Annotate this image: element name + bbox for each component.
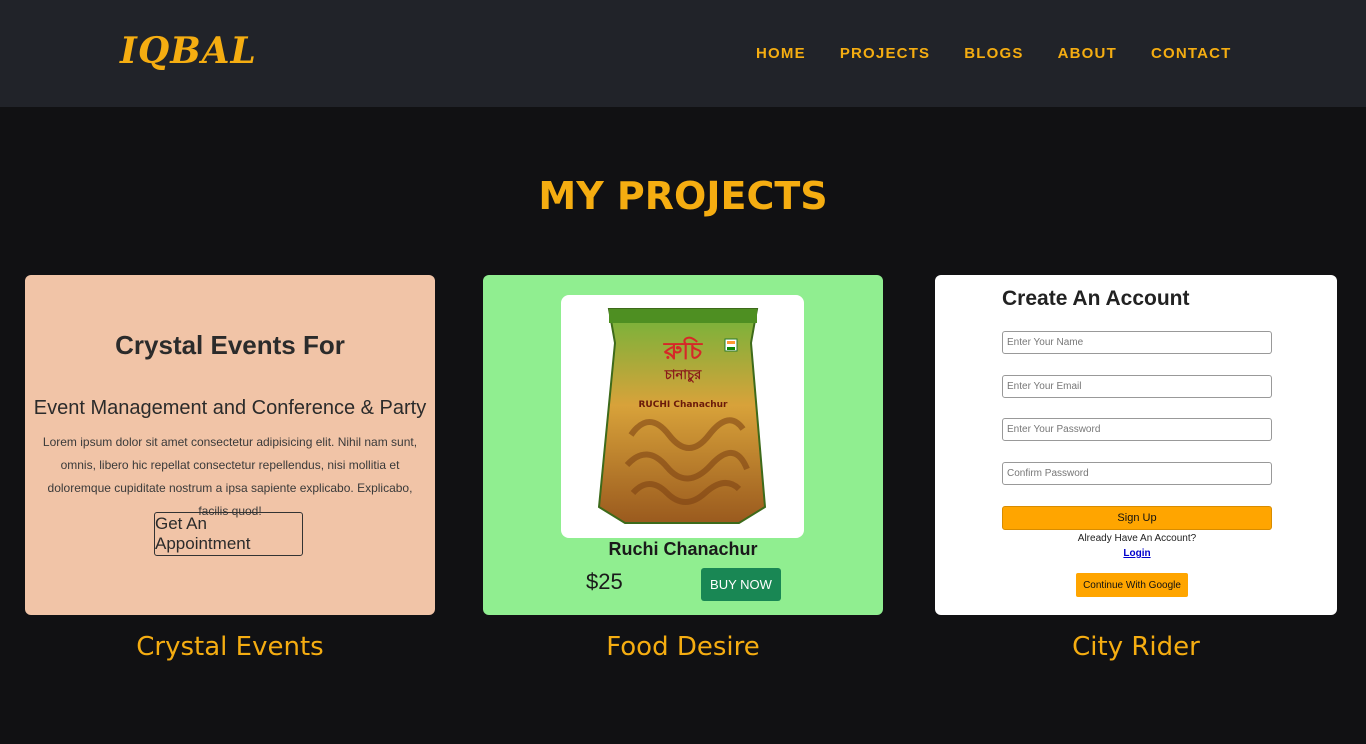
google-button[interactable]: Continue With Google [1076, 573, 1188, 597]
nav-projects[interactable]: PROJECTS [840, 45, 930, 62]
project-card-city-rider[interactable]: Create An Account Enter Your Name Enter … [935, 275, 1337, 615]
preview-title: Crystal Events For [115, 330, 345, 360]
project-caption[interactable]: City Rider [935, 632, 1337, 662]
name-field[interactable]: Enter Your Name [1002, 331, 1272, 354]
project-caption[interactable]: Crystal Events [25, 632, 435, 662]
package-brand: RUCHI Chanachur [638, 400, 728, 410]
nav-menu: HOME PROJECTS BLOGS ABOUT CONTACT [756, 45, 1266, 62]
product-name: Ruchi Chanachur [608, 539, 758, 559]
chanachur-package-icon: রুচি চানাচুর RUCHI Chanachur [597, 308, 767, 524]
preview-subtitle: Event Management and Conference & Party [33, 397, 427, 419]
project-card-crystal-events[interactable]: Crystal Events For Event Management and … [25, 275, 435, 615]
buy-now-button[interactable]: BUY NOW [701, 568, 781, 601]
nav-about[interactable]: ABOUT [1058, 45, 1117, 62]
navbar: IQBAL HOME PROJECTS BLOGS ABOUT CONTACT [0, 0, 1366, 107]
password-field[interactable]: Enter Your Password [1002, 418, 1272, 441]
product-image: রুচি চানাচুর RUCHI Chanachur [561, 295, 804, 538]
nav-blogs[interactable]: BLOGS [964, 45, 1023, 62]
package-bengali-title: রুচি [663, 336, 703, 365]
login-link[interactable]: Login [1002, 548, 1272, 559]
appointment-button[interactable]: Get An Appointment [154, 512, 303, 556]
package-bengali-sub: চানাচুর [664, 368, 702, 384]
confirm-password-field[interactable]: Confirm Password [1002, 462, 1272, 485]
signup-button[interactable]: Sign Up [1002, 506, 1272, 530]
logo[interactable]: IQBAL [120, 30, 257, 72]
preview-body-text: Lorem ipsum dolor sit amet consectetur a… [42, 435, 418, 518]
product-price: $25 [586, 569, 623, 594]
form-title: Create An Account [1002, 287, 1190, 310]
section-title: MY PROJECTS [538, 174, 828, 218]
project-card-food-desire[interactable]: রুচি চানাচুর RUCHI Chanachur Ruchi Chana… [483, 275, 883, 615]
nav-home[interactable]: HOME [756, 45, 806, 62]
nav-contact[interactable]: CONTACT [1151, 45, 1232, 62]
email-field[interactable]: Enter Your Email [1002, 375, 1272, 398]
project-caption[interactable]: Food Desire [483, 632, 883, 662]
already-account-text: Already Have An Account? [1077, 533, 1197, 544]
